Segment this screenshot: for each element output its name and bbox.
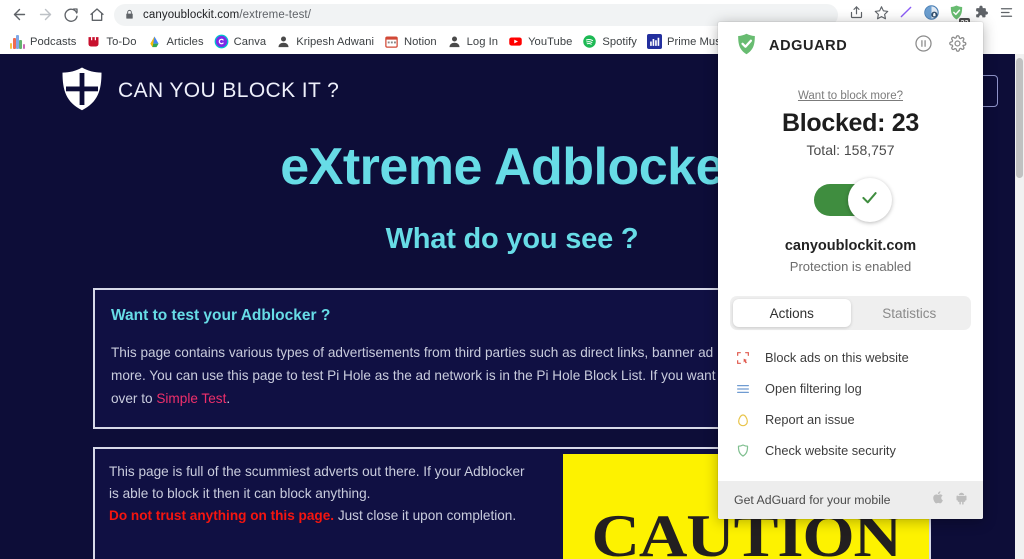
site-brand[interactable]: CAN YOU BLOCK IT ? <box>60 66 339 117</box>
shield-check-icon <box>734 442 751 459</box>
browser-menu-button[interactable] <box>994 3 1018 27</box>
action-report-an-issue[interactable]: Report an issue <box>718 404 983 435</box>
adguard-shield-icon <box>734 31 759 62</box>
info-line-3-prefix: over to <box>111 391 156 406</box>
popup-site-name: canyoublockit.com <box>718 238 983 254</box>
bookmark-item[interactable]: YouTube <box>505 32 579 52</box>
back-arrow-icon <box>11 6 28 23</box>
adguard-popup: ADGUARD Want to block more? Blocked: 23 … <box>718 22 983 519</box>
todo-favicon <box>86 34 101 49</box>
warning-line-3: Do not trust anything on this page. Just… <box>109 505 563 527</box>
tab-actions[interactable]: Actions <box>733 299 851 327</box>
tab-statistics[interactable]: Statistics <box>851 299 969 327</box>
url-domain: canyoublockit.com <box>143 9 239 21</box>
apple-icon[interactable] <box>931 490 946 510</box>
warning-line-2: is able to block it then it can block an… <box>109 483 563 505</box>
warning-emphasis: Do not trust anything on this page. <box>109 508 334 523</box>
action-label: Block ads on this website <box>765 350 909 365</box>
adguard-popup-header: ADGUARD <box>718 22 983 70</box>
youtube-favicon <box>508 34 523 49</box>
bookmark-label: Log In <box>467 36 498 48</box>
popup-tabs: Actions Statistics <box>730 296 971 330</box>
bookmark-label: Notion <box>404 36 437 48</box>
check-icon <box>859 187 880 213</box>
warning-line-1: This page is full of the scummiest adver… <box>109 461 563 483</box>
want-to-block-more-link[interactable]: Want to block more? <box>798 90 903 102</box>
back-button[interactable] <box>6 2 32 28</box>
shield-logo-icon <box>60 66 104 117</box>
gear-icon <box>948 34 967 58</box>
bookmark-item[interactable]: Kripesh Adwani <box>273 32 381 52</box>
total-blocked-count: Total: 158,757 <box>718 142 983 158</box>
home-button[interactable] <box>84 2 110 28</box>
filter-log-icon <box>734 380 751 397</box>
info-line-3-suffix: . <box>226 391 230 406</box>
bookmark-label: Spotify <box>602 36 637 48</box>
bookmark-label: Articles <box>167 36 204 48</box>
home-icon <box>89 7 105 23</box>
adguard-stats: Want to block more? Blocked: 23 Total: 1… <box>718 70 983 158</box>
reload-icon <box>63 7 79 23</box>
popup-actions-list: Block ads on this website Open filtering… <box>718 342 983 481</box>
action-block-ads[interactable]: Block ads on this website <box>718 342 983 373</box>
pause-icon <box>914 34 933 58</box>
action-label: Report an issue <box>765 412 855 427</box>
info-line-2: more. You can use this page to test Pi H… <box>111 368 716 383</box>
protection-toggle-knob <box>848 178 892 222</box>
bookmark-item[interactable]: To-Do <box>83 32 143 52</box>
browser-window: canyoublockit.com/extreme-test/ <box>0 0 1024 559</box>
warning-line-3-rest: Just close it upon completion. <box>334 508 516 523</box>
reload-button[interactable] <box>58 2 84 28</box>
popup-footer: Get AdGuard for your mobile <box>718 481 983 519</box>
protection-toggle-wrap <box>718 184 983 216</box>
url-path: /extreme-test/ <box>239 9 311 21</box>
calendar-favicon <box>384 34 399 49</box>
action-label: Check website security <box>765 443 896 458</box>
url-text: canyoublockit.com/extreme-test/ <box>143 9 311 21</box>
settings-button[interactable] <box>945 34 969 58</box>
podcasts-favicon <box>10 34 25 49</box>
lock-icon <box>124 9 135 20</box>
pause-protection-button[interactable] <box>911 34 935 58</box>
prime-favicon <box>647 34 662 49</box>
bookmark-label: Podcasts <box>30 36 76 48</box>
bookmark-label: YouTube <box>528 36 572 48</box>
bookmark-item[interactable]: Articles <box>144 32 211 52</box>
person-favicon <box>276 34 291 49</box>
action-label: Open filtering log <box>765 381 862 396</box>
canva-favicon <box>214 34 229 49</box>
info-line-1: This page contains various types of adve… <box>111 345 713 360</box>
bookmark-label: To-Do <box>106 36 136 48</box>
android-icon[interactable] <box>954 490 969 510</box>
bookmark-label: Kripesh Adwani <box>296 36 374 48</box>
bookmark-item[interactable]: Log In <box>444 32 505 52</box>
block-element-icon <box>734 349 751 366</box>
spotify-favicon <box>582 34 597 49</box>
bookmark-item[interactable]: Spotify <box>579 32 644 52</box>
adguard-title: ADGUARD <box>769 38 901 54</box>
warning-text: This page is full of the scummiest adver… <box>95 449 563 559</box>
bookmark-item[interactable]: Podcasts <box>7 32 83 52</box>
blocked-count: Blocked: 23 <box>718 109 983 138</box>
site-brand-name: CAN YOU BLOCK IT ? <box>118 79 339 103</box>
simple-test-link[interactable]: Simple Test <box>156 391 226 406</box>
person-favicon <box>447 34 462 49</box>
forward-arrow-icon <box>37 6 54 23</box>
bookmark-label: Canva <box>234 36 267 48</box>
page-scrollbar-thumb[interactable] <box>1016 58 1023 178</box>
action-check-website-security[interactable]: Check website security <box>718 435 983 466</box>
browser-menu-icon <box>999 5 1014 25</box>
action-open-filtering-log[interactable]: Open filtering log <box>718 373 983 404</box>
bookmark-item[interactable]: Notion <box>381 32 444 52</box>
popup-footer-label: Get AdGuard for your mobile <box>734 493 923 507</box>
bookmark-item[interactable]: Canva <box>211 32 274 52</box>
drive-favicon <box>147 34 162 49</box>
popup-protection-status: Protection is enabled <box>718 259 983 274</box>
protection-toggle[interactable] <box>814 184 888 216</box>
forward-button[interactable] <box>32 2 58 28</box>
report-issue-icon <box>734 411 751 428</box>
